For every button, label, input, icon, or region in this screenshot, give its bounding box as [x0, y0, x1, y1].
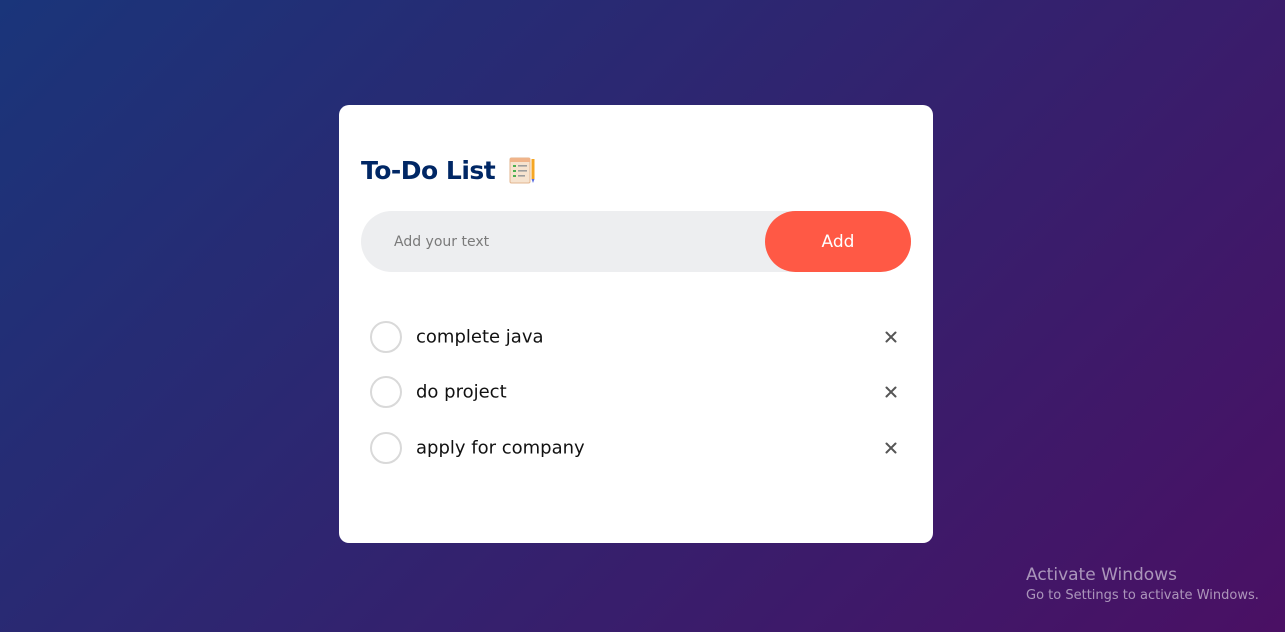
notepad-icon: [509, 157, 535, 184]
page-title: To-Do List: [361, 155, 496, 185]
activate-windows-watermark: Activate Windows Go to Settings to activ…: [1026, 564, 1259, 605]
add-button[interactable]: Add: [765, 211, 911, 272]
todo-card: To-Do List Add complete java: [339, 105, 933, 543]
close-icon[interactable]: [880, 326, 902, 348]
task-label: do project: [416, 381, 507, 403]
list-item[interactable]: apply for company: [370, 420, 910, 476]
close-icon[interactable]: [880, 437, 902, 459]
watermark-title: Activate Windows: [1026, 565, 1177, 585]
header: To-Do List: [361, 152, 537, 188]
list-item[interactable]: complete java: [370, 309, 910, 365]
task-input[interactable]: [361, 211, 761, 272]
add-task-row: Add: [361, 211, 911, 272]
task-label: complete java: [416, 326, 544, 348]
task-label: apply for company: [416, 437, 585, 459]
list-item[interactable]: do project: [370, 365, 910, 421]
circle-checkbox-icon[interactable]: [370, 431, 402, 464]
circle-checkbox-icon[interactable]: [370, 320, 402, 353]
close-icon[interactable]: [880, 381, 902, 403]
watermark-subtitle: Go to Settings to activate Windows.: [1026, 588, 1259, 603]
circle-checkbox-icon[interactable]: [370, 376, 402, 409]
task-list: complete java do project apply for compa…: [370, 309, 910, 476]
